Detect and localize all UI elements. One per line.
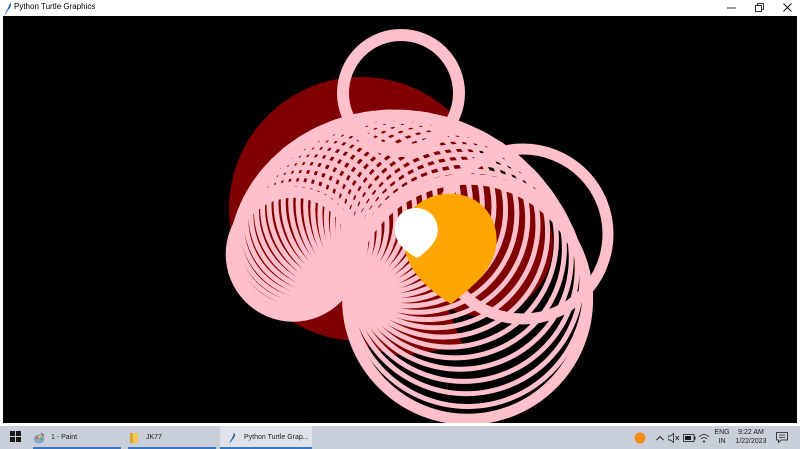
maximize-button[interactable] [744,0,774,14]
input-language-indicator[interactable]: ENG IN [712,428,732,446]
taskbar-item-python-turtle[interactable]: Python Turtle Grap... [220,426,312,449]
show-hidden-icons-chevron-up-icon[interactable] [654,426,666,449]
minimize-button[interactable] [716,0,746,14]
taskbar-item-jk77[interactable]: JK77 [128,426,216,449]
canvas-frame [0,14,800,426]
clock-date: 1/22/2023 [735,438,767,445]
folder-icon [128,432,140,444]
window-title-bar[interactable]: Python Turtle Graphics [0,0,800,15]
orange-app-tray-icon[interactable] [631,426,649,449]
python-feather-icon [3,1,13,15]
taskbar-clock[interactable]: 9:22 AM 1/22/2023 [733,428,769,446]
windows-logo-icon [9,429,21,447]
taskbar-item-paint[interactable]: 1 - Paint [33,426,121,449]
taskbar-item-label: JK77 [146,434,162,441]
turtle-drawing [225,29,614,423]
python-feather-icon [226,432,238,444]
taskbar: 1 - Paint JK77 Python Turtle Grap... ENG… [0,426,800,449]
volume-muted-icon[interactable] [667,426,681,449]
window-title: Python Turtle Graphics [14,2,96,11]
wifi-icon[interactable] [697,426,711,449]
clock-time: 9:22 AM [738,429,764,436]
turtle-canvas[interactable] [3,16,797,423]
region-code: IN [718,438,726,445]
close-button[interactable] [772,0,800,14]
notification-center-icon[interactable] [774,426,790,449]
paint-icon [33,432,45,444]
start-button[interactable] [0,426,30,449]
taskbar-item-label: 1 - Paint [51,434,78,441]
language-code: ENG [714,429,730,436]
battery-icon[interactable] [682,426,696,449]
taskbar-item-label: Python Turtle Grap... [244,434,309,441]
